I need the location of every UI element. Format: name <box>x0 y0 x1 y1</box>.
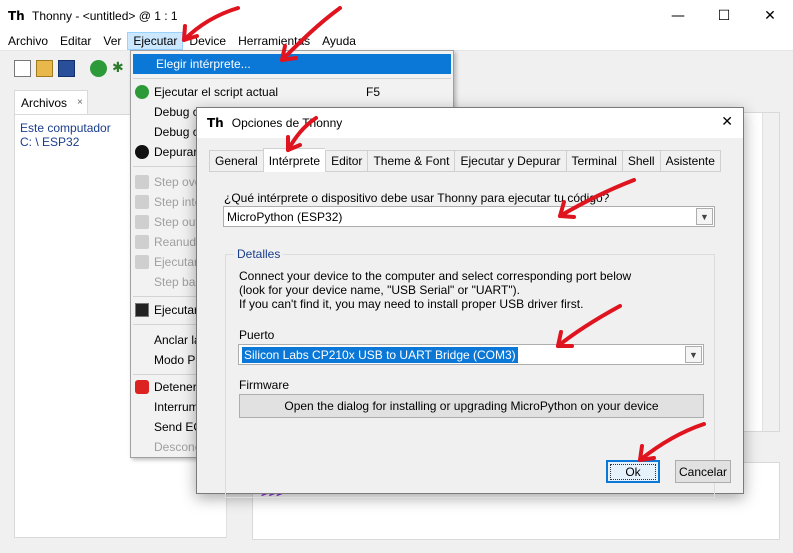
details-legend: Detalles <box>234 247 284 261</box>
files-tab[interactable]: Archivos × <box>14 90 88 114</box>
details-line-3: If you can't find it, you may need to in… <box>239 297 584 311</box>
dialog-title-bar: Th Opciones de Thonny ✕ <box>197 108 743 138</box>
tab-assistant[interactable]: Asistente <box>659 150 721 172</box>
details-line-1: Connect your device to the computer and … <box>239 269 632 283</box>
terminal-icon <box>135 303 149 317</box>
tab-general[interactable]: General <box>209 150 263 172</box>
minimize-button[interactable]: — <box>655 0 701 31</box>
chevron-down-icon[interactable]: ▼ <box>696 208 713 225</box>
thonny-logo-icon: Th <box>207 116 224 130</box>
menu-separator <box>133 78 451 79</box>
menu-ayuda[interactable]: Ayuda <box>316 32 362 50</box>
resume-icon <box>135 235 149 249</box>
thonny-logo-icon: Th <box>8 8 25 23</box>
menu-herramientas[interactable]: Herramientas <box>232 32 316 50</box>
install-firmware-button[interactable]: Open the dialog for installing or upgrad… <box>239 394 704 418</box>
window-controls: — ☐ ✕ <box>655 0 793 31</box>
dialog-tabs: General Intérprete Editor Theme & Font E… <box>209 148 721 172</box>
menu-ver[interactable]: Ver <box>97 32 127 50</box>
menu-bar: Archivo Editar Ver Ejecutar Device Herra… <box>0 31 793 51</box>
stop-icon <box>135 380 149 394</box>
firmware-label: Firmware <box>239 378 289 392</box>
details-line-2: (look for your device name, "USB Serial"… <box>239 283 520 297</box>
run-to-cursor-icon <box>135 255 149 269</box>
close-icon[interactable]: × <box>77 97 83 108</box>
dialog-title: Opciones de Thonny <box>231 116 343 130</box>
maximize-button[interactable]: ☐ <box>701 0 747 31</box>
cancel-button[interactable]: Cancelar <box>675 460 731 483</box>
menu-ejecutar[interactable]: Ejecutar <box>127 31 184 50</box>
chevron-down-icon[interactable]: ▼ <box>685 346 702 363</box>
editor-scrollbar[interactable] <box>762 113 779 431</box>
menu-archivo[interactable]: Archivo <box>2 32 54 50</box>
port-label: Puerto <box>239 328 275 342</box>
dialog-close-button[interactable]: ✕ <box>721 114 733 130</box>
open-folder-icon[interactable] <box>36 59 53 77</box>
window-title: Thonny - <untitled> @ 1 : 1 <box>32 8 178 23</box>
tab-terminal[interactable]: Terminal <box>565 150 622 172</box>
tab-theme-font[interactable]: Theme & Font <box>367 150 455 172</box>
step-out-icon <box>135 215 149 229</box>
files-tab-label: Archivos <box>21 95 68 110</box>
menu-device[interactable]: Device <box>183 32 232 50</box>
run-icon <box>135 85 149 99</box>
step-into-icon <box>135 195 149 209</box>
tab-shell[interactable]: Shell <box>621 150 660 172</box>
tab-editor[interactable]: Editor <box>325 150 368 172</box>
tab-interpreter[interactable]: Intérprete <box>262 148 326 172</box>
menu-item-run-current-script[interactable]: Ejecutar el script actual F5 <box>131 82 453 102</box>
debug-bug-icon[interactable]: ✱ <box>112 60 129 77</box>
new-file-icon[interactable] <box>14 59 31 77</box>
interpreter-select[interactable]: MicroPython (ESP32) ▼ <box>223 206 715 227</box>
step-over-icon <box>135 175 149 189</box>
tab-run-debug[interactable]: Ejecutar y Depurar <box>454 150 566 172</box>
menu-editar[interactable]: Editar <box>54 32 97 50</box>
interpreter-tab-content: ¿Qué intérprete o dispositivo debe usar … <box>209 172 731 498</box>
interpreter-question: ¿Qué intérprete o dispositivo debe usar … <box>224 191 610 205</box>
title-bar: Th Thonny - <untitled> @ 1 : 1 — ☐ ✕ <box>0 0 793 31</box>
ok-button[interactable]: Ok <box>606 460 660 483</box>
save-icon[interactable] <box>58 59 75 77</box>
options-dialog: Th Opciones de Thonny ✕ General Intérpre… <box>196 107 744 498</box>
close-button[interactable]: ✕ <box>747 0 793 31</box>
run-icon[interactable] <box>90 59 107 77</box>
port-select[interactable]: Silicon Labs CP210x USB to UART Bridge (… <box>238 344 704 365</box>
debug-icon <box>135 145 149 159</box>
menu-item-choose-interpreter[interactable]: Elegir intérprete... <box>133 54 451 74</box>
